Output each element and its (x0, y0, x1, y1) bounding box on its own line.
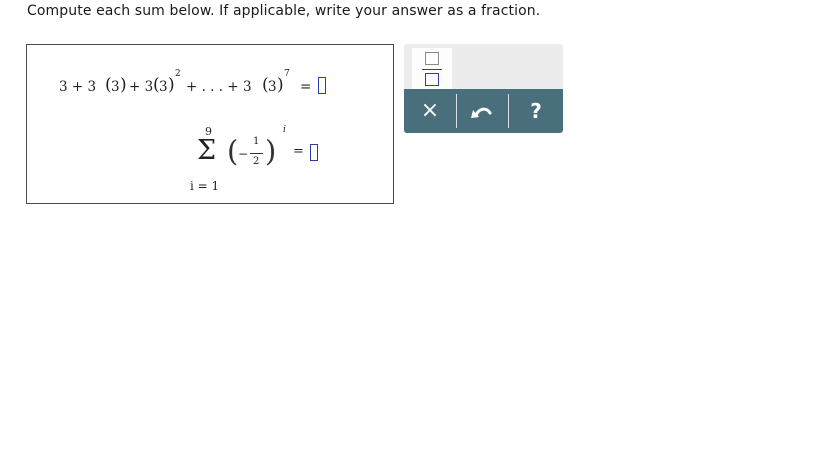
help-button[interactable]: ? (509, 89, 563, 133)
undo-icon (471, 107, 492, 118)
exponent-i: i (283, 125, 286, 135)
problem-1: 3 + 3 ( 3 ) + 3 ( 3 ) 2 + . . . + 3 ( 3 … (59, 69, 389, 99)
fraction-template-button[interactable] (412, 48, 452, 90)
base-value: 3 (111, 79, 120, 95)
answer-input-1[interactable] (318, 77, 326, 94)
denominator: 2 (253, 156, 260, 167)
clear-button[interactable]: × (404, 89, 456, 133)
numerator-box-icon (425, 52, 439, 65)
open-paren: ( (227, 134, 239, 168)
template-palette (404, 44, 563, 90)
undo-button[interactable] (457, 89, 508, 133)
lower-limit: i = 1 (190, 179, 220, 193)
equals-sign: = (300, 79, 312, 95)
answer-input-2[interactable] (310, 144, 318, 161)
term-2: + 3 (129, 79, 154, 95)
close-paren: ) (265, 134, 277, 168)
denominator-box-icon (425, 73, 439, 86)
base-value: 3 (159, 79, 168, 95)
ellipsis-term: + . . . + 3 (186, 79, 252, 95)
close-paren: ) (120, 75, 127, 95)
fraction-bar (250, 153, 263, 154)
math-work-area: 3 + 3 ( 3 ) + 3 ( 3 ) 2 + . . . + 3 ( 3 … (26, 44, 394, 204)
close-paren: ) (168, 75, 175, 95)
base-value: 3 (268, 79, 277, 95)
numerator: 1 (253, 136, 260, 147)
math-toolbar: × ? (404, 44, 563, 133)
problem-2: 9 Σ ( − 1 2 ) i = i = 1 (187, 123, 347, 195)
instructions: Compute each sum below. If applicable, w… (27, 3, 541, 19)
term-1: 3 + 3 (59, 79, 97, 95)
exponent-2: 2 (175, 69, 181, 79)
minus-sign: − (238, 147, 249, 161)
close-paren: ) (277, 75, 284, 95)
equals-sign: = (293, 144, 304, 159)
sigma-symbol: Σ (197, 135, 217, 166)
exponent-7: 7 (284, 69, 290, 79)
fraction-line-icon (422, 69, 442, 71)
action-bar: × ? (404, 89, 563, 133)
